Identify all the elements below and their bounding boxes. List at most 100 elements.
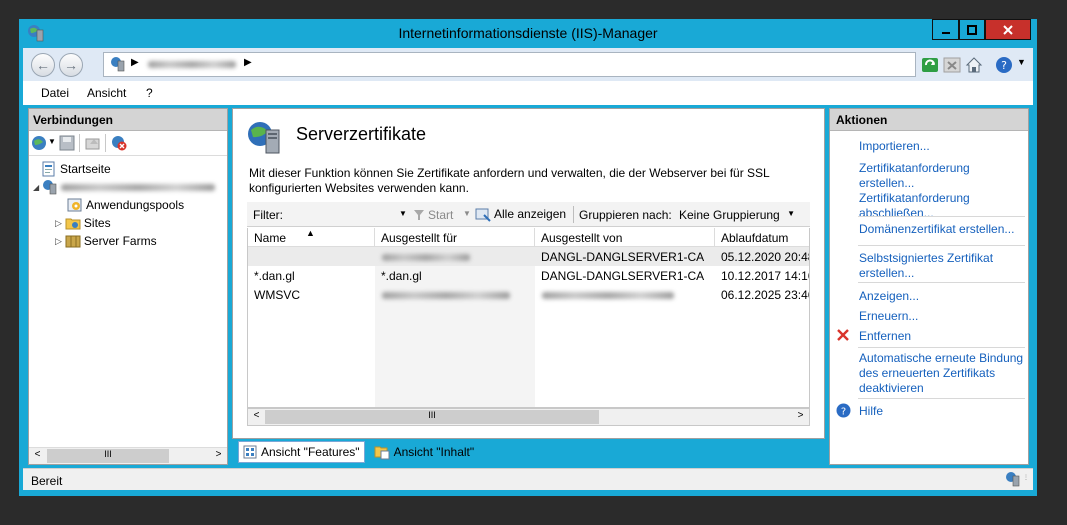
filter-input[interactable] xyxy=(291,205,407,223)
svg-text:?: ? xyxy=(1001,59,1007,72)
maximize-button[interactable] xyxy=(959,19,985,40)
group-by-select[interactable]: Keine Gruppierung ▼ xyxy=(673,204,803,224)
action-view[interactable]: Anzeigen... xyxy=(859,289,1024,304)
feature-description: Mit dieser Funktion können Sie Zertifika… xyxy=(249,166,770,195)
back-button[interactable]: ← xyxy=(31,53,55,77)
action-self-signed[interactable]: Selbstsigniertes Zertifikat erstellen... xyxy=(859,251,1024,281)
action-import[interactable]: Importieren... xyxy=(859,139,1024,154)
features-view-icon xyxy=(243,445,257,459)
cell-issued-by: DANGL-DANGLSERVER1-CA xyxy=(541,269,705,283)
collapsed-arrow-icon[interactable]: ▷ xyxy=(55,218,62,229)
server-certificates-panel: Serverzertifikate Mit dieser Funktion kö… xyxy=(232,108,825,439)
table-horizontal-scrollbar[interactable]: < III > xyxy=(247,408,810,426)
connections-horizontal-scrollbar[interactable]: < III > xyxy=(29,447,227,464)
actions-panel: Aktionen Importieren... Zertifikatanford… xyxy=(829,108,1029,465)
breadcrumb-separator-icon: ▶ xyxy=(244,57,252,68)
filter-label: Filter: xyxy=(253,208,283,222)
cell-issued-by-redacted xyxy=(542,292,674,299)
save-icon[interactable] xyxy=(59,135,75,151)
action-disable-auto-rebind[interactable]: Automatische erneute Bindung des erneuer… xyxy=(859,351,1024,396)
group-by-value: Keine Gruppierung xyxy=(679,208,780,222)
tree-item-app-pools[interactable]: Anwendungspools xyxy=(67,197,184,213)
help-icon[interactable]: ? xyxy=(995,56,1013,74)
action-domain-cert[interactable]: Domänenzertifikat erstellen... xyxy=(859,222,1024,237)
toolbar-separator xyxy=(105,134,106,152)
tree-label-sites: Sites xyxy=(83,216,111,230)
show-all-icon xyxy=(475,208,491,222)
cell-issued-to: *.dan.gl xyxy=(381,269,422,283)
tab-content-label: Ansicht "Inhalt" xyxy=(393,445,475,459)
menu-file[interactable]: Datei xyxy=(41,86,69,100)
app-pools-icon xyxy=(67,198,82,212)
forward-button[interactable]: → xyxy=(59,53,83,77)
action-help[interactable]: Hilfe xyxy=(859,404,1024,419)
resize-grip-icon[interactable]: ⋮ xyxy=(1023,475,1031,487)
toolbar-separator xyxy=(79,134,80,152)
column-header-name[interactable]: Name ▲ xyxy=(248,228,375,247)
scroll-right-icon[interactable]: > xyxy=(212,449,225,463)
connect-icon[interactable] xyxy=(31,135,47,151)
minimize-button[interactable] xyxy=(932,19,959,40)
funnel-icon xyxy=(414,210,424,220)
disconnect-icon[interactable] xyxy=(111,135,127,151)
maximize-icon xyxy=(967,24,977,35)
cell-issued-by: DANGL-DANGLSERVER1-CA xyxy=(541,250,705,264)
tree-item-start-page[interactable]: Startseite xyxy=(41,161,111,177)
scroll-right-icon[interactable]: > xyxy=(794,410,807,424)
address-breadcrumb[interactable]: ▶ ▶ xyxy=(103,52,916,77)
close-button[interactable] xyxy=(985,19,1031,40)
scroll-left-icon[interactable]: < xyxy=(31,449,44,463)
status-text: Bereit xyxy=(31,474,63,488)
cell-expiry: 05.12.2020 20:48: xyxy=(721,250,810,264)
table-row[interactable]: DANGL-DANGLSERVER1-CA 05.12.2020 20:48: xyxy=(248,247,810,266)
start-page-icon xyxy=(42,161,55,177)
column-header-issued-to[interactable]: Ausgestellt für xyxy=(375,228,535,247)
refresh-icon[interactable] xyxy=(921,56,939,74)
filter-bar: Filter: ▼ Start ▼ Alle anzeigen Gruppier… xyxy=(247,202,810,227)
tab-features-view[interactable]: Ansicht "Features" xyxy=(238,441,365,463)
scroll-thumb[interactable]: III xyxy=(47,449,169,463)
action-renew[interactable]: Erneuern... xyxy=(859,309,1024,324)
scroll-left-icon[interactable]: < xyxy=(250,410,263,424)
action-remove[interactable]: Entfernen xyxy=(859,329,1024,344)
tree-item-server[interactable]: ◢ xyxy=(33,179,216,195)
expanded-arrow-icon[interactable]: ◢ xyxy=(33,183,39,192)
table-row[interactable]: *.dan.gl *.dan.gl DANGL-DANGLSERVER1-CA … xyxy=(248,266,809,285)
tree-item-sites[interactable]: ▷ Sites xyxy=(55,215,111,231)
server-icon xyxy=(1006,472,1020,487)
action-create-request[interactable]: Zertifikatanforderung erstellen... xyxy=(859,161,1024,191)
sites-icon xyxy=(65,218,81,230)
tree-label-app-pools: Anwendungspools xyxy=(86,198,185,212)
show-all-label: Alle anzeigen xyxy=(494,207,567,221)
page-title: Serverzertifikate xyxy=(296,124,427,144)
column-header-issued-by[interactable]: Ausgestellt von xyxy=(535,228,715,247)
stop-icon[interactable] xyxy=(943,56,961,74)
cell-name: *.dan.gl xyxy=(254,269,295,283)
connect-dropdown-icon[interactable]: ▼ xyxy=(48,137,56,146)
table-row[interactable]: WMSVC 06.12.2025 23:46: xyxy=(248,285,809,304)
connections-panel: Verbindungen ▼ Startseite ◢ Anwendungspo… xyxy=(28,108,228,465)
server-certificates-icon xyxy=(248,122,280,154)
actions-divider xyxy=(858,216,1025,217)
tab-content-view[interactable]: Ansicht "Inhalt" xyxy=(369,441,480,463)
start-dropdown-icon[interactable]: ▼ xyxy=(463,209,471,218)
column-header-expiry[interactable]: Ablaufdatum xyxy=(715,228,809,247)
help-dropdown-icon[interactable]: ▼ xyxy=(1017,57,1026,67)
scroll-thumb[interactable]: III xyxy=(265,410,599,424)
start-filter-button[interactable]: Start xyxy=(413,208,453,222)
navigation-bar: ← → ▶ ▶ ? ▼ xyxy=(23,48,1033,81)
cell-name: WMSVC xyxy=(254,288,300,302)
up-level-icon[interactable] xyxy=(85,135,101,151)
menu-view[interactable]: Ansicht xyxy=(87,86,126,100)
group-by-label: Gruppieren nach: xyxy=(579,208,672,222)
show-all-button[interactable]: Alle anzeigen xyxy=(475,206,566,222)
home-icon[interactable] xyxy=(965,56,983,74)
start-filter-label: Start xyxy=(428,208,454,222)
menu-help[interactable]: ? xyxy=(146,86,153,100)
collapsed-arrow-icon[interactable]: ▷ xyxy=(55,236,62,247)
iis-manager-window: Internetinformationsdienste (IIS)-Manage… xyxy=(19,19,1037,496)
tree-item-server-farms[interactable]: ▷ Server Farms xyxy=(55,233,157,249)
actions-divider xyxy=(858,245,1025,246)
toolbar-separator xyxy=(573,206,574,223)
filter-dropdown-icon[interactable]: ▼ xyxy=(399,209,407,218)
